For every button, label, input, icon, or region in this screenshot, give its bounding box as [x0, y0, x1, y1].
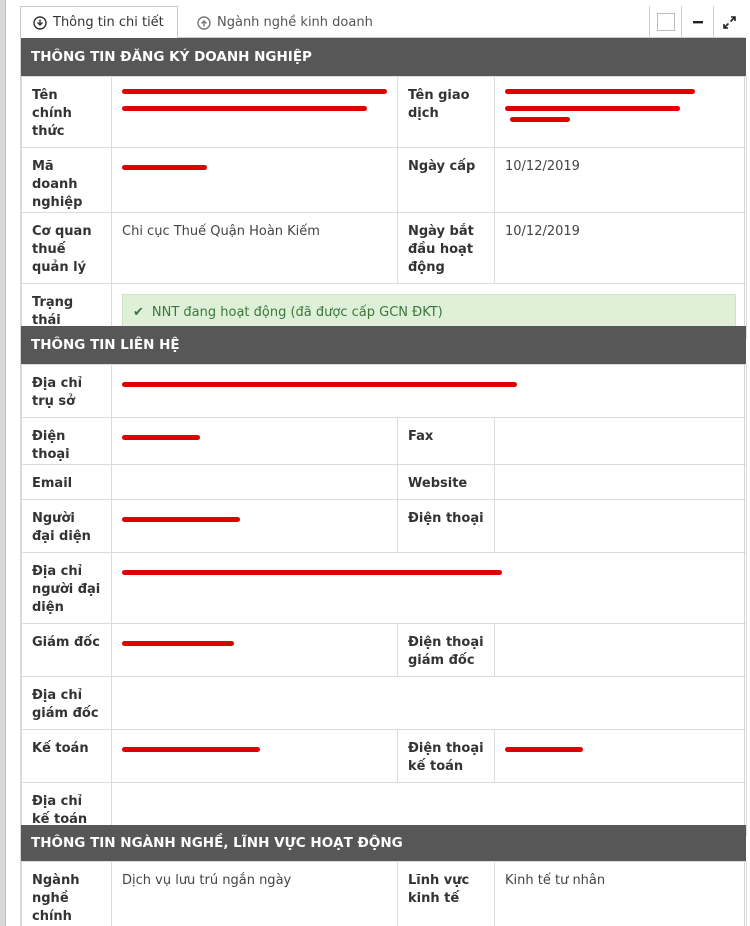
redaction-mark	[505, 89, 695, 94]
section-registration-header: THÔNG TIN ĐĂNG KÝ DOANH NGHIỆP	[21, 38, 746, 76]
rep-phone-value	[493, 499, 748, 553]
table-row: Giám đốc Điện thoại giám đốc	[21, 623, 748, 677]
table-row: Địa chỉ người đại diện	[21, 552, 748, 624]
industry-table: Ngành nghề chính Dịch vụ lưu trú ngắn ng…	[21, 861, 747, 926]
check-icon: ✔	[133, 305, 144, 320]
hq-address-value	[110, 364, 748, 418]
accountant-phone-label: Điện thoại kế toán	[397, 729, 495, 783]
trade-name-value	[494, 76, 747, 148]
tax-id-label: Mã doanh nghiệp	[21, 147, 112, 213]
main-industry-value: Dịch vụ lưu trú ngắn ngày	[111, 861, 398, 926]
website-label: Website	[397, 464, 495, 500]
tab-business-lines[interactable]: Ngành nghề kinh doanh	[185, 6, 385, 39]
director-value	[111, 623, 398, 677]
section-industry-header: THÔNG TIN NGÀNH NGHỀ, LĨNH VỰC HOẠT ĐỘNG	[21, 825, 746, 861]
start-date-value: 10/12/2019	[494, 212, 747, 284]
fax-label: Fax	[397, 417, 495, 465]
rep-address-label: Địa chỉ người đại diện	[21, 552, 112, 624]
table-row: Người đại diện Điện thoại	[21, 499, 748, 553]
accountant-label: Kế toán	[21, 729, 112, 783]
redaction-mark	[122, 89, 387, 94]
tax-office-value: Chi cục Thuế Quận Hoàn Kiếm	[111, 212, 398, 284]
director-address-value	[110, 676, 748, 730]
fullscreen-button[interactable]	[713, 6, 745, 38]
director-phone-label: Điện thoại giám đốc	[397, 623, 495, 677]
phone-value	[111, 417, 398, 465]
start-date-label: Ngày bắt đầu hoạt động	[397, 212, 495, 284]
redaction-mark	[122, 747, 260, 752]
redaction-mark	[122, 106, 367, 111]
tab-bar: Thông tin chi tiết Ngành nghề kinh doanh	[20, 6, 745, 39]
phone-label: Điện thoại	[21, 417, 112, 465]
issue-date-value: 10/12/2019	[494, 147, 747, 213]
official-name-value	[111, 76, 398, 148]
expand-icon	[723, 15, 736, 29]
redaction-mark	[122, 435, 200, 440]
redaction-mark	[122, 641, 234, 646]
download-circle-icon	[33, 15, 47, 30]
redaction-mark	[510, 117, 570, 122]
director-phone-value	[493, 623, 748, 677]
minus-icon	[692, 21, 703, 24]
table-row: Kế toán Điện thoại kế toán	[21, 729, 748, 783]
registration-table: Tên chính thức Tên giao dịch Mã doanh ng…	[21, 76, 747, 339]
table-row: Email Website	[21, 464, 748, 500]
section-title: THÔNG TIN ĐĂNG KÝ DOANH NGHIỆP	[31, 49, 312, 65]
contact-table: Địa chỉ trụ sở Điện thoại Fax Email Webs…	[21, 364, 748, 836]
representative-label: Người đại diện	[21, 499, 112, 553]
director-label: Giám đốc	[21, 623, 112, 677]
table-row: Địa chỉ trụ sở	[21, 364, 748, 418]
collapse-button[interactable]	[681, 6, 713, 38]
table-row: Cơ quan thuế quản lý Chi cục Thuế Quận H…	[21, 212, 747, 284]
tab-label: Thông tin chi tiết	[53, 15, 164, 30]
redaction-mark	[122, 382, 517, 387]
upload-circle-icon	[197, 15, 211, 30]
website-value	[493, 464, 748, 500]
checkbox-icon	[656, 13, 675, 31]
tab-label: Ngành nghề kinh doanh	[217, 15, 373, 30]
redaction-mark	[122, 570, 502, 575]
redaction-mark	[505, 747, 583, 752]
representative-value	[111, 499, 398, 553]
official-name-label: Tên chính thức	[21, 76, 112, 148]
table-row: Địa chỉ giám đốc	[21, 676, 748, 730]
director-address-label: Địa chỉ giám đốc	[21, 676, 112, 730]
status-text: NNT đang hoạt động (đã được cấp GCN ĐKT)	[151, 305, 443, 320]
table-row: Tên chính thức Tên giao dịch	[21, 76, 747, 148]
accountant-value	[111, 729, 398, 783]
section-contact-header: THÔNG TIN LIÊN HỆ	[21, 326, 746, 364]
panel-tools	[649, 6, 745, 38]
email-label: Email	[21, 464, 112, 500]
table-row: Ngành nghề chính Dịch vụ lưu trú ngắn ng…	[21, 861, 747, 926]
tax-office-label: Cơ quan thuế quản lý	[21, 212, 112, 284]
fax-value	[493, 417, 748, 465]
detail-panel: THÔNG TIN ĐĂNG KÝ DOANH NGHIỆP Tên chính…	[20, 38, 748, 926]
main-industry-label: Ngành nghề chính	[21, 861, 112, 926]
redaction-mark	[505, 106, 680, 111]
accountant-phone-value	[493, 729, 748, 783]
economic-sector-label: Lĩnh vực kinh tế	[397, 861, 495, 926]
rep-phone-label: Điện thoại	[397, 499, 495, 553]
tab-detail-info[interactable]: Thông tin chi tiết	[20, 6, 178, 39]
tax-id-value	[111, 147, 398, 213]
trade-name-label: Tên giao dịch	[397, 76, 495, 148]
redaction-mark	[122, 517, 240, 522]
email-value	[111, 464, 398, 500]
hq-address-label: Địa chỉ trụ sở	[21, 364, 112, 418]
select-toggle[interactable]	[649, 6, 681, 38]
economic-sector-value: Kinh tế tư nhân	[494, 861, 747, 926]
table-row: Mã doanh nghiệp Ngày cấp 10/12/2019	[21, 147, 747, 213]
table-row: Điện thoại Fax	[21, 417, 748, 465]
section-title: THÔNG TIN LIÊN HỆ	[31, 337, 180, 353]
rep-address-value	[110, 552, 748, 624]
issue-date-label: Ngày cấp	[397, 147, 495, 213]
left-edge-bar	[0, 0, 6, 926]
redaction-mark	[122, 165, 207, 170]
section-title: THÔNG TIN NGÀNH NGHỀ, LĨNH VỰC HOẠT ĐỘNG	[31, 835, 403, 851]
